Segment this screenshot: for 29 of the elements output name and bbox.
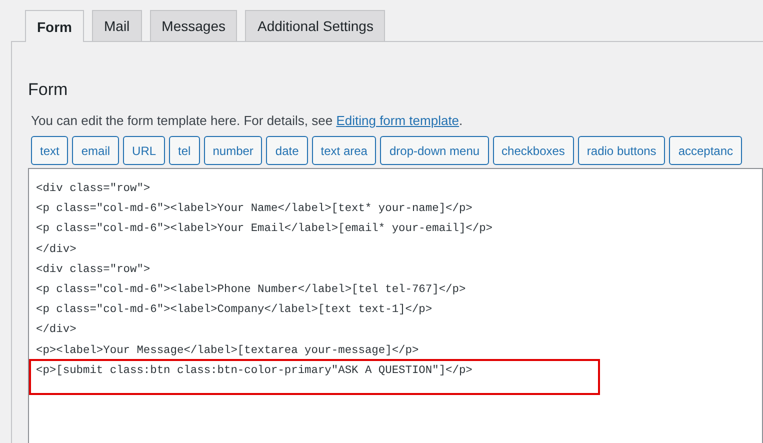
tab[interactable]: Messages	[150, 10, 238, 41]
code-line: <p class="col-md-6"><label>Phone Number</label>[tel tel-767]</p>	[36, 282, 467, 298]
tag-button[interactable]: URL	[123, 136, 166, 165]
code-line: <p class="col-md-6"><label>Your Name</label>[text* your-name]</p>	[36, 202, 474, 218]
description-text: You can edit the form template here. For details, see Editing form template.	[31, 113, 464, 128]
tag-button[interactable]: drop-down menu	[380, 136, 489, 165]
tab[interactable]: Additional Settings	[245, 10, 386, 41]
code-line: <p class="col-md-6"><label>Your Email</label>[email* your-email]</p>	[36, 222, 494, 238]
tag-button[interactable]: number	[204, 136, 262, 165]
tab[interactable]: Mail	[92, 10, 142, 41]
tab[interactable]: Form	[25, 10, 84, 42]
code-line: <p><label>Your Message</label>[textarea your-message]</p>	[36, 344, 420, 359]
tag-button[interactable]: text area	[312, 136, 376, 165]
tag-button[interactable]: tel	[169, 136, 200, 165]
code-line: <p>[submit class:btn class:btn-color-primary"ASK A QUESTION"]</p>	[36, 364, 474, 379]
editing-template-link[interactable]: Editing form template	[336, 113, 460, 128]
tag-button[interactable]: text	[31, 136, 68, 165]
code-line: <p class="col-md-6"><label>Company</label>[text text-1]</p>	[36, 302, 434, 318]
form-template-editor[interactable]	[28, 168, 763, 443]
tag-button[interactable]: acceptanc	[669, 136, 742, 165]
tag-button[interactable]: radio buttons	[578, 136, 666, 165]
section-heading: Form	[28, 80, 69, 100]
code-line: </div>	[36, 242, 78, 258]
tag-button[interactable]: email	[72, 136, 120, 165]
tag-button[interactable]: date	[266, 136, 308, 165]
code-line: <div class="row">	[36, 182, 152, 197]
tag-button[interactable]: checkboxes	[492, 136, 574, 165]
code-line: </div>	[36, 322, 78, 338]
code-line: <div class="row">	[36, 262, 152, 278]
